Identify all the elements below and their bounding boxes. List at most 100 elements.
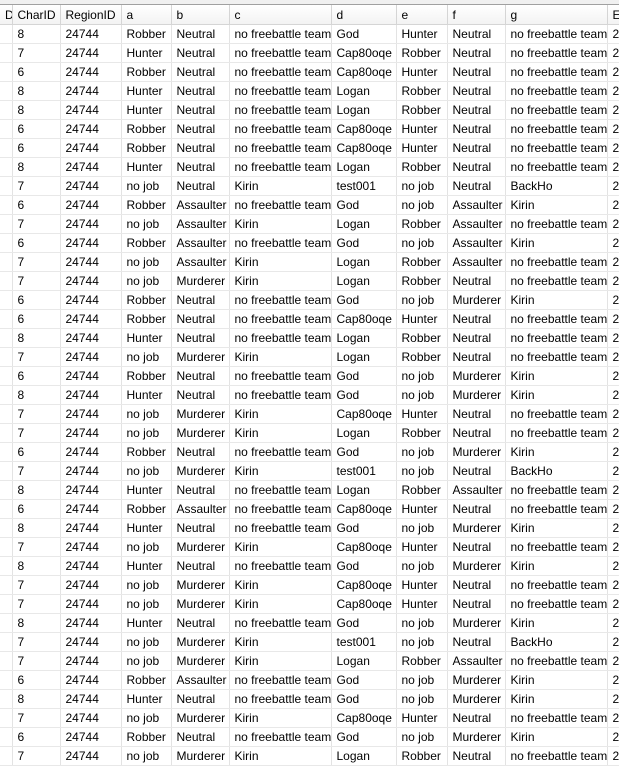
cell-d[interactable] xyxy=(0,62,13,82)
cell-g[interactable]: no freebattle team xyxy=(505,271,608,291)
table-row[interactable]: 6 24744 Robber Neutral no freebattle team Cap… xyxy=(0,62,619,82)
cell-b[interactable]: Assaulter xyxy=(171,214,230,234)
cell-b[interactable]: Neutral xyxy=(171,176,230,196)
cell-d[interactable] xyxy=(0,119,13,139)
cell-regionid[interactable]: 24744 xyxy=(60,632,122,652)
cell-e[interactable]: no job xyxy=(396,461,448,481)
cell-regionid[interactable]: 24744 xyxy=(60,556,122,576)
cell-regionid[interactable]: 24744 xyxy=(60,100,122,120)
cell-d[interactable]: Logan xyxy=(331,271,397,291)
cell-g[interactable]: no freebattle team xyxy=(505,499,608,519)
cell-e[interactable]: Hunter xyxy=(396,309,448,329)
cell-c[interactable]: Kirin xyxy=(229,632,332,652)
cell-e[interactable]: 2 xyxy=(607,423,619,443)
cell-charid[interactable]: 7 xyxy=(12,537,61,557)
cell-b[interactable]: Neutral xyxy=(171,689,230,709)
cell-d[interactable] xyxy=(0,214,13,234)
cell-b[interactable]: Neutral xyxy=(171,62,230,82)
cell-c[interactable]: Kirin xyxy=(229,271,332,291)
cell-d[interactable]: God xyxy=(331,689,397,709)
cell-e[interactable]: Hunter xyxy=(396,138,448,158)
cell-c[interactable]: no freebattle team xyxy=(229,480,332,500)
cell-e[interactable]: 2 xyxy=(607,119,619,139)
cell-e[interactable]: no job xyxy=(396,518,448,538)
cell-regionid[interactable]: 24744 xyxy=(60,518,122,538)
cell-a[interactable]: Robber xyxy=(121,670,172,690)
cell-charid[interactable]: 8 xyxy=(12,613,61,633)
cell-regionid[interactable]: 24744 xyxy=(60,24,122,44)
cell-charid[interactable]: 8 xyxy=(12,385,61,405)
cell-g[interactable]: no freebattle team xyxy=(505,746,608,766)
cell-d[interactable]: Logan xyxy=(331,252,397,272)
cell-c[interactable]: no freebattle team xyxy=(229,24,332,44)
cell-e[interactable]: Robber xyxy=(396,100,448,120)
cell-d[interactable] xyxy=(0,195,13,215)
cell-g[interactable]: no freebattle team xyxy=(505,347,608,367)
cell-e[interactable]: Hunter xyxy=(396,24,448,44)
cell-g[interactable]: Kirin xyxy=(505,290,608,310)
cell-f[interactable]: Neutral xyxy=(447,575,506,595)
cell-d[interactable] xyxy=(0,556,13,576)
table-row[interactable]: 6 24744 Robber Assaulter no freebattle team G… xyxy=(0,195,619,215)
cell-a[interactable]: Robber xyxy=(121,233,172,253)
cell-e[interactable]: no job xyxy=(396,727,448,747)
table-row[interactable]: 8 24744 Hunter Neutral no freebattle team God… xyxy=(0,385,619,405)
cell-c[interactable]: Kirin xyxy=(229,404,332,424)
cell-e[interactable]: Robber xyxy=(396,157,448,177)
cell-charid[interactable]: 6 xyxy=(12,442,61,462)
cell-e[interactable]: 2 xyxy=(607,556,619,576)
cell-d[interactable] xyxy=(0,404,13,424)
table-row[interactable]: 8 24744 Hunter Neutral no freebattle team God… xyxy=(0,689,619,709)
cell-g[interactable]: no freebattle team xyxy=(505,537,608,557)
table-row[interactable]: 7 24744 no job Assaulter Kirin Logan Robber Ass… xyxy=(0,214,619,234)
cell-e[interactable]: 2 xyxy=(607,651,619,671)
cell-e[interactable]: 2 xyxy=(607,385,619,405)
cell-e[interactable]: no job xyxy=(396,233,448,253)
cell-a[interactable]: Robber xyxy=(121,119,172,139)
cell-e[interactable]: Robber xyxy=(396,252,448,272)
cell-charid[interactable]: 7 xyxy=(12,347,61,367)
cell-c[interactable]: no freebattle team xyxy=(229,157,332,177)
cell-d[interactable] xyxy=(0,233,13,253)
cell-regionid[interactable]: 24744 xyxy=(60,651,122,671)
cell-d[interactable]: Logan xyxy=(331,423,397,443)
cell-d[interactable] xyxy=(0,499,13,519)
cell-a[interactable]: no job xyxy=(121,252,172,272)
cell-g[interactable]: no freebattle team xyxy=(505,708,608,728)
cell-regionid[interactable]: 24744 xyxy=(60,138,122,158)
cell-a[interactable]: no job xyxy=(121,176,172,196)
cell-b[interactable]: Neutral xyxy=(171,157,230,177)
cell-c[interactable]: no freebattle team xyxy=(229,613,332,633)
cell-f[interactable]: Assaulter xyxy=(447,651,506,671)
cell-f[interactable]: Neutral xyxy=(447,708,506,728)
cell-d[interactable]: Cap80oqe xyxy=(331,537,397,557)
table-row[interactable]: 6 24744 Robber Neutral no freebattle team God… xyxy=(0,290,619,310)
cell-b[interactable]: Neutral xyxy=(171,556,230,576)
cell-f[interactable]: Neutral xyxy=(447,537,506,557)
cell-c[interactable]: no freebattle team xyxy=(229,62,332,82)
cell-regionid[interactable]: 24744 xyxy=(60,594,122,614)
cell-f[interactable]: Murderer xyxy=(447,385,506,405)
cell-a[interactable]: Robber xyxy=(121,138,172,158)
cell-charid[interactable]: 7 xyxy=(12,252,61,272)
cell-f[interactable]: Neutral xyxy=(447,271,506,291)
cell-regionid[interactable]: 24744 xyxy=(60,537,122,557)
cell-c[interactable]: Kirin xyxy=(229,214,332,234)
cell-charid[interactable]: 8 xyxy=(12,24,61,44)
cell-e[interactable]: 2 xyxy=(607,195,619,215)
cell-b[interactable]: Neutral xyxy=(171,442,230,462)
cell-f[interactable]: Neutral xyxy=(447,404,506,424)
cell-g[interactable]: no freebattle team xyxy=(505,214,608,234)
cell-a[interactable]: Hunter xyxy=(121,556,172,576)
cell-charid[interactable]: 6 xyxy=(12,233,61,253)
cell-f[interactable]: Neutral xyxy=(447,43,506,63)
column-header-g[interactable]: g xyxy=(505,5,608,25)
cell-regionid[interactable]: 24744 xyxy=(60,670,122,690)
cell-g[interactable]: no freebattle team xyxy=(505,157,608,177)
table-row[interactable]: 8 24744 Hunter Neutral no freebattle team Log… xyxy=(0,100,619,120)
cell-charid[interactable]: 8 xyxy=(12,480,61,500)
table-row[interactable]: 6 24744 Robber Neutral no freebattle team Cap… xyxy=(0,119,619,139)
cell-c[interactable]: Kirin xyxy=(229,423,332,443)
cell-f[interactable]: Neutral xyxy=(447,423,506,443)
cell-e[interactable]: 2 xyxy=(607,290,619,310)
